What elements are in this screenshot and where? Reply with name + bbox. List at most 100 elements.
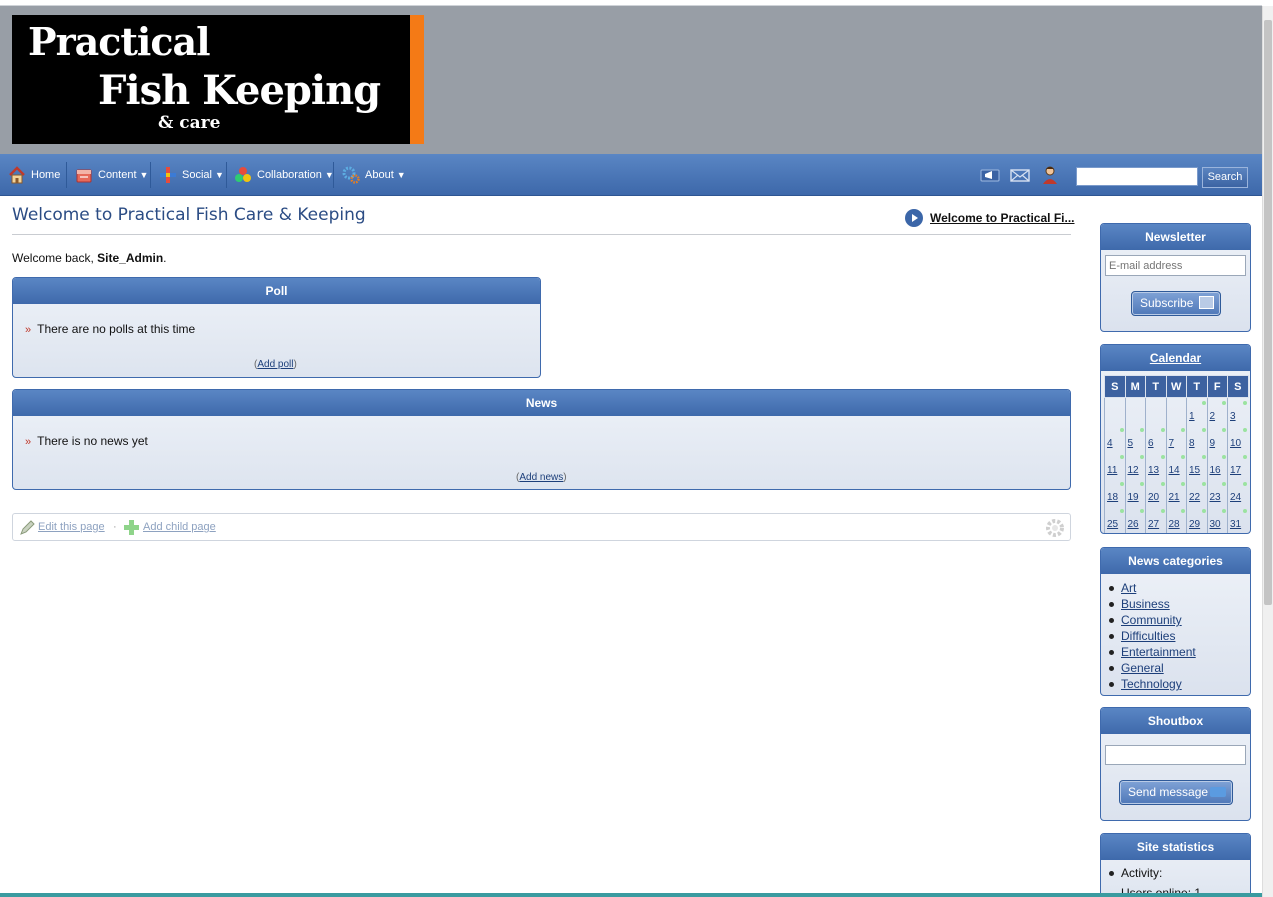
- add-child-page-link[interactable]: Add child page: [143, 521, 216, 533]
- calendar-event-dot: [1222, 401, 1226, 405]
- page-title-link[interactable]: Welcome to Practical Fi...: [930, 211, 1075, 225]
- calendar-day-link[interactable]: 25: [1107, 519, 1118, 530]
- calendar-day-cell[interactable]: 29: [1186, 505, 1207, 533]
- calendar-day-link[interactable]: 20: [1148, 492, 1159, 503]
- calendar-day-link[interactable]: 5: [1128, 438, 1134, 449]
- nav-item-about[interactable]: About ▼: [342, 154, 406, 196]
- calendar-day-link[interactable]: 3: [1230, 411, 1236, 422]
- calendar-day-link[interactable]: 10: [1230, 438, 1241, 449]
- nav-item-home[interactable]: Home: [8, 154, 60, 196]
- user-profile-icon[interactable]: [1040, 166, 1060, 184]
- calendar-day-link[interactable]: 15: [1189, 465, 1200, 476]
- calendar-day-link[interactable]: 2: [1210, 411, 1216, 422]
- calendar-day-cell[interactable]: 12: [1124, 451, 1146, 479]
- calendar-day-link[interactable]: 31: [1230, 519, 1241, 530]
- calendar-day-cell[interactable]: 8: [1186, 424, 1207, 452]
- shout-message-input[interactable]: [1105, 745, 1246, 765]
- calendar-event-dot: [1140, 454, 1144, 459]
- gear-icon[interactable]: [1044, 517, 1066, 539]
- search-button[interactable]: Search: [1202, 167, 1248, 188]
- calendar-day-cell[interactable]: 26: [1124, 505, 1146, 533]
- nav-item-social[interactable]: Social ▼: [159, 154, 224, 196]
- calendar-day-link[interactable]: 17: [1230, 465, 1241, 476]
- category-link[interactable]: Art: [1121, 581, 1136, 595]
- calendar-event-dot: [1243, 454, 1247, 459]
- site-logo[interactable]: Practical Fish Keeping & care: [12, 15, 424, 144]
- calendar-day-cell[interactable]: 2: [1206, 397, 1228, 425]
- calendar-day-cell[interactable]: 24: [1227, 478, 1248, 506]
- nav-label-about: About: [365, 169, 394, 181]
- calendar-day-cell[interactable]: 11: [1104, 451, 1125, 479]
- calendar-day-link[interactable]: 27: [1148, 519, 1159, 530]
- email-field[interactable]: [1105, 255, 1246, 276]
- category-link[interactable]: Business: [1121, 597, 1170, 611]
- edit-page-link[interactable]: Edit this page: [38, 521, 105, 533]
- calendar-day-cell[interactable]: 25: [1104, 505, 1125, 533]
- calendar-day-link[interactable]: 21: [1169, 492, 1180, 503]
- calendar-day-link[interactable]: 7: [1169, 438, 1175, 449]
- nav-item-collaboration[interactable]: Collaboration ▼: [234, 154, 334, 196]
- calendar-day-cell[interactable]: 14: [1165, 451, 1187, 479]
- category-link[interactable]: Community: [1121, 613, 1182, 627]
- calendar-event-dot: [1201, 427, 1206, 432]
- search-input[interactable]: [1076, 167, 1198, 186]
- calendar-day-cell[interactable]: 19: [1124, 478, 1146, 506]
- announcement-icon[interactable]: [980, 166, 1000, 184]
- mail-icon[interactable]: [1010, 166, 1030, 184]
- calendar-day-cell[interactable]: 10: [1227, 424, 1248, 452]
- calendar-day-cell[interactable]: 23: [1206, 478, 1228, 506]
- calendar-day-link[interactable]: 12: [1128, 465, 1139, 476]
- nav-item-content[interactable]: Content ▼: [75, 154, 148, 196]
- calendar-day-link[interactable]: 11: [1107, 465, 1117, 476]
- calendar-day-link[interactable]: 18: [1107, 492, 1118, 503]
- calendar-day-cell[interactable]: 4: [1104, 424, 1125, 452]
- calendar-day-link[interactable]: 28: [1169, 519, 1180, 530]
- category-link[interactable]: Difficulties: [1121, 629, 1175, 643]
- add-news-link[interactable]: Add news: [519, 472, 563, 483]
- calendar-day-link[interactable]: 19: [1128, 492, 1139, 503]
- calendar-day-link[interactable]: 23: [1210, 492, 1221, 503]
- calendar-day-cell[interactable]: 15: [1186, 451, 1207, 479]
- category-link[interactable]: General: [1121, 661, 1164, 675]
- play-icon[interactable]: [905, 209, 923, 227]
- calendar-day-cell[interactable]: 17: [1227, 451, 1248, 479]
- nav-label-home: Home: [31, 169, 61, 181]
- calendar-day-cell[interactable]: 18: [1104, 478, 1125, 506]
- calendar-day-link[interactable]: 13: [1148, 465, 1159, 476]
- calendar-day-link[interactable]: 22: [1189, 492, 1200, 503]
- calendar-day-link[interactable]: 6: [1148, 438, 1154, 449]
- category-link[interactable]: Entertainment: [1121, 645, 1196, 659]
- calendar-day-link[interactable]: 9: [1210, 438, 1216, 449]
- calendar-day-cell[interactable]: 6: [1145, 424, 1166, 452]
- calendar-day-link[interactable]: 8: [1189, 438, 1195, 449]
- send-message-button[interactable]: Send message: [1119, 780, 1233, 805]
- calendar-day-cell[interactable]: 5: [1124, 424, 1146, 452]
- calendar-day-cell[interactable]: 21: [1165, 478, 1187, 506]
- calendar-day-link[interactable]: 29: [1189, 519, 1200, 530]
- calendar-day-cell[interactable]: 30: [1206, 505, 1228, 533]
- calendar-day-link[interactable]: 26: [1128, 519, 1139, 530]
- calendar-day-cell[interactable]: 28: [1165, 505, 1187, 533]
- calendar-day-cell[interactable]: 27: [1145, 505, 1166, 533]
- calendar-title-link[interactable]: Calendar: [1150, 351, 1201, 365]
- calendar-day-cell[interactable]: 22: [1186, 478, 1207, 506]
- calendar-day-link[interactable]: 24: [1230, 492, 1241, 503]
- scrollbar-thumb[interactable]: [1264, 20, 1272, 605]
- calendar-day-cell[interactable]: 16: [1206, 451, 1228, 479]
- calendar-day-link[interactable]: 4: [1107, 438, 1113, 449]
- calendar-day-link[interactable]: 30: [1210, 519, 1221, 530]
- calendar-day-link[interactable]: 1: [1189, 411, 1195, 422]
- calendar-day-link[interactable]: 16: [1210, 465, 1221, 476]
- category-link[interactable]: Technology: [1121, 677, 1182, 691]
- calendar-day-cell[interactable]: 9: [1206, 424, 1228, 452]
- calendar-day-cell[interactable]: 31: [1227, 505, 1248, 533]
- calendar-day-cell[interactable]: 1: [1186, 397, 1207, 425]
- calendar-day-cell[interactable]: 3: [1227, 397, 1248, 425]
- subscribe-button[interactable]: Subscribe: [1131, 291, 1221, 316]
- add-poll-link[interactable]: Add poll: [257, 359, 293, 370]
- calendar-day-link[interactable]: 14: [1169, 465, 1180, 476]
- calendar-day-cell[interactable]: 13: [1145, 451, 1166, 479]
- calendar-day-cell[interactable]: 20: [1145, 478, 1166, 506]
- calendar-day-cell[interactable]: 7: [1165, 424, 1187, 452]
- stats-activity: Activity:: [1109, 866, 1162, 880]
